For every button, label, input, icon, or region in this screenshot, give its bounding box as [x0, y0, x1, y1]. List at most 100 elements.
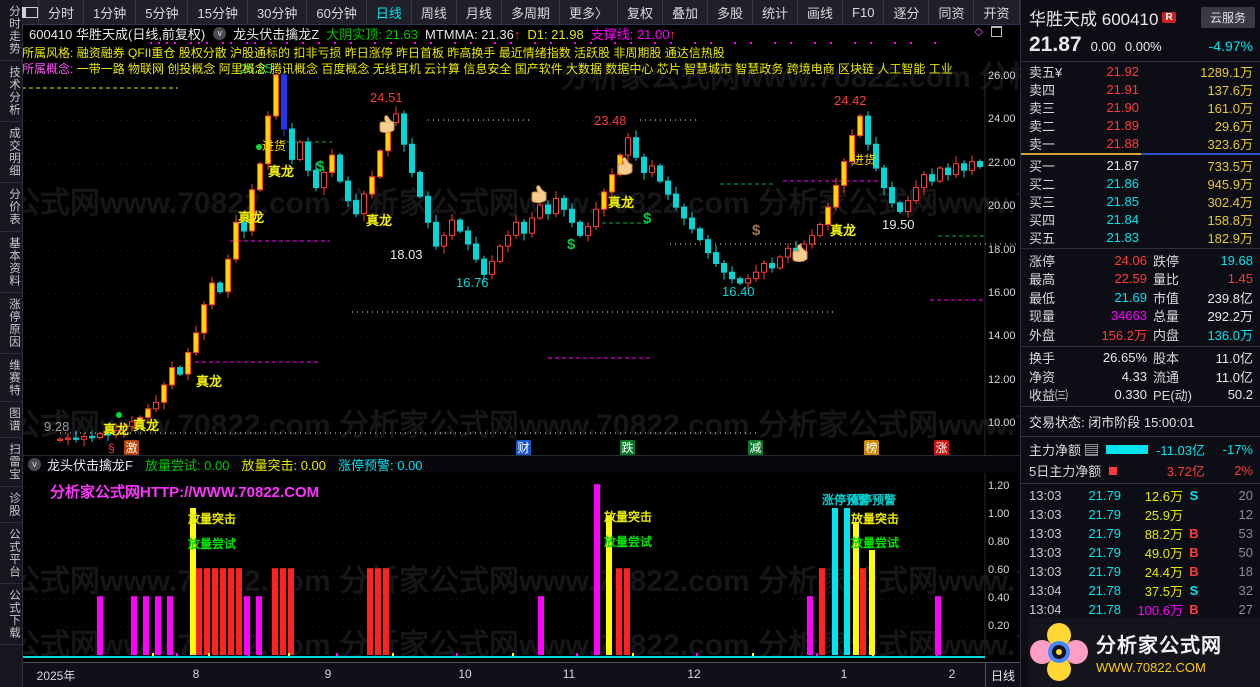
toolbar-item-2[interactable]: 5分钟 [136, 0, 189, 24]
ask-row[interactable]: 卖二 21.89 29.6万 [1021, 116, 1260, 134]
subchart-header[interactable]: v 龙头伏击擒龙F 放量尝试: 0.00 放量突击: 0.00 涨停预警: 0.00 [22, 455, 1020, 473]
toolbar-item-1[interactable]: 1分钟 [84, 0, 137, 24]
bid-label: 买四 [1029, 212, 1056, 228]
main-net-row[interactable]: 主力净额 -11.03亿 -17% [1021, 439, 1260, 460]
sidebar-item-2[interactable]: 成交明细 [0, 122, 22, 183]
toolbar-item-4[interactable]: 30分钟 [248, 0, 308, 24]
tick-price: 21.79 [1088, 564, 1121, 579]
stat-value: 24.06 [1114, 252, 1147, 268]
bid-price: 21.85 [1106, 193, 1139, 209]
bid-volume: 302.4万 [1207, 194, 1253, 210]
tick-row[interactable]: 13:03 21.79 25.9万 12 [1021, 505, 1260, 524]
toolbar-item-15[interactable]: 画线 [798, 0, 844, 24]
style-tags-label: 所属风格: [22, 46, 74, 59]
sidebar-item-0[interactable]: 分时走势 [0, 0, 22, 61]
tick-amount: 12.6万 [1144, 489, 1183, 504]
toolbar-item-19[interactable]: 开资 [974, 0, 1020, 24]
tick-side: B [1189, 526, 1199, 541]
bid-volume: 158.8万 [1207, 212, 1253, 228]
sidebar-item-7[interactable]: 图谱 [0, 402, 22, 438]
red-square-swatch [1109, 466, 1118, 475]
tick-side: B [1189, 564, 1199, 579]
tick-row[interactable]: 13:03 21.79 24.4万 B 18 [1021, 562, 1260, 581]
toolbar-item-18[interactable]: 同资 [929, 0, 975, 24]
sidebar-item-11[interactable]: 公式下载 [0, 584, 22, 645]
tick-price: 21.78 [1088, 583, 1121, 598]
sidebar-item-3[interactable]: 分价表 [0, 183, 22, 232]
toolbar-item-13[interactable]: 多股 [708, 0, 754, 24]
last-price: 21.87 [1029, 33, 1082, 56]
tick-row[interactable]: 13:03 21.79 49.0万 B 50 [1021, 543, 1260, 562]
stat-value: 26.65% [1102, 350, 1147, 366]
tick-time: 13:03 [1029, 526, 1062, 541]
site-logo: 分析家公式网 WWW.70822.COM [1028, 617, 1260, 687]
tick-price: 21.78 [1088, 602, 1121, 617]
sidebar-item-8[interactable]: 扫雷宝 [0, 438, 22, 487]
chevron-down-icon[interactable]: v [213, 26, 227, 40]
ask-row[interactable]: 卖三 21.90 161.0万 [1021, 98, 1260, 116]
bid-row[interactable]: 买一 21.87 733.5万 [1021, 156, 1260, 174]
window-layout-icon[interactable] [22, 0, 39, 24]
ask-price: 21.89 [1106, 117, 1139, 133]
quote-header: 华胜天成 600410 R 云服务 [1021, 0, 1260, 32]
sidebar-item-9[interactable]: 诊股 [0, 487, 22, 523]
date-tick: 11 [562, 667, 576, 681]
stat-label: 内盘 [1153, 327, 1180, 343]
toolbar-item-6[interactable]: 日线 [367, 0, 412, 24]
five-day-net-row[interactable]: 5日主力净额 3.72亿 2% [1021, 460, 1260, 481]
stat-label: 总量 [1153, 309, 1180, 325]
ask-row[interactable]: 卖四 21.91 137.6万 [1021, 80, 1260, 98]
ask-row[interactable]: 卖五¥ 21.92 1289.1万 [1021, 62, 1260, 80]
maximize-icon[interactable] [991, 26, 1002, 37]
toolbar-item-9[interactable]: 多周期 [502, 0, 560, 24]
stat-value: 4.33 [1121, 368, 1147, 384]
pinwheel-flower-icon [1030, 623, 1088, 681]
top-toolbar: 分时 1分钟 5分钟 15分钟 30分钟 60分钟 日线 周线 月线 多周期 更多〉 复权 叠加 多股 统计… [22, 0, 1253, 25]
date-axis[interactable]: 日线 2025年 8 9 10 11 12 1 2 [22, 662, 1020, 687]
cloud-service-button[interactable]: 云服务 [1200, 7, 1255, 28]
bid-row[interactable]: 买五 21.83 182.9万 [1021, 228, 1260, 246]
diamond-icon[interactable]: ◇ [975, 25, 983, 38]
sidebar-item-6[interactable]: 维赛特 [0, 354, 22, 402]
stats-row: 涨停 24.06 跌停 19.68 [1021, 251, 1260, 270]
sidebar-item-1[interactable]: 技术分析 [0, 61, 22, 122]
bid-price: 21.83 [1106, 229, 1139, 245]
stat-value: 19.68 [1220, 252, 1253, 268]
bid-row[interactable]: 买四 21.84 158.8万 [1021, 210, 1260, 228]
ask-volume: 323.6万 [1207, 136, 1253, 152]
ask-row[interactable]: 卖一 21.88 323.6万 [1021, 134, 1260, 152]
stat-label: 最高 [1029, 272, 1056, 288]
app-window: 分析家公式网www.70822.com 分析家公式网www.70822.com … [0, 0, 1260, 687]
toolbar-item-8[interactable]: 月线 [457, 0, 502, 24]
sidebar-item-10[interactable]: 公式平台 [0, 523, 22, 584]
toolbar-item-5[interactable]: 60分钟 [307, 0, 367, 24]
stat-value: 156.2万 [1101, 327, 1147, 343]
tick-row[interactable]: 13:03 21.79 12.6万 S 20 [1021, 486, 1260, 505]
date-tick: 8 [192, 667, 200, 681]
toolbar-item-0[interactable]: 分时 [39, 0, 85, 24]
toolbar-item-11[interactable]: 复权 [618, 0, 663, 24]
stat-label: 跌停 [1153, 253, 1180, 269]
price-change: 0.00 [1090, 39, 1116, 54]
bid-label: 买五 [1029, 230, 1056, 246]
toolbar-item-12[interactable]: 叠加 [663, 0, 708, 24]
stat-label: 股本 [1153, 351, 1180, 367]
tick-count: 50 [1238, 545, 1253, 560]
quote-panel: 华胜天成 600410 R 云服务 21.87 0.00 0.00% -4.97… [1020, 0, 1260, 687]
sidebar-item-5[interactable]: 涨停原因 [0, 293, 22, 354]
toolbar-item-7[interactable]: 周线 [412, 0, 457, 24]
bid-label: 买三 [1029, 194, 1056, 210]
collapse-icon[interactable]: v [28, 458, 41, 471]
toolbar-item-10[interactable]: 更多〉 [560, 0, 618, 24]
sidebar-item-4[interactable]: 基本资料 [0, 232, 22, 293]
toolbar-item-14[interactable]: 统计 [753, 0, 799, 24]
toolbar-item-3[interactable]: 15分钟 [188, 0, 248, 24]
toolbar-item-17[interactable]: 逐分 [884, 0, 930, 24]
toolbar-item-16[interactable]: F10 [843, 0, 885, 24]
tick-row[interactable]: 13:04 21.78 37.5万 S 32 [1021, 581, 1260, 600]
bid-row[interactable]: 买二 21.86 945.9万 [1021, 174, 1260, 192]
stats-row: 换手 26.65% 股本 11.0亿 [1021, 349, 1260, 368]
ask-volume: 1289.1万 [1200, 64, 1253, 80]
tick-row[interactable]: 13:03 21.79 88.2万 B 53 [1021, 524, 1260, 543]
bid-row[interactable]: 买三 21.85 302.4万 [1021, 192, 1260, 210]
